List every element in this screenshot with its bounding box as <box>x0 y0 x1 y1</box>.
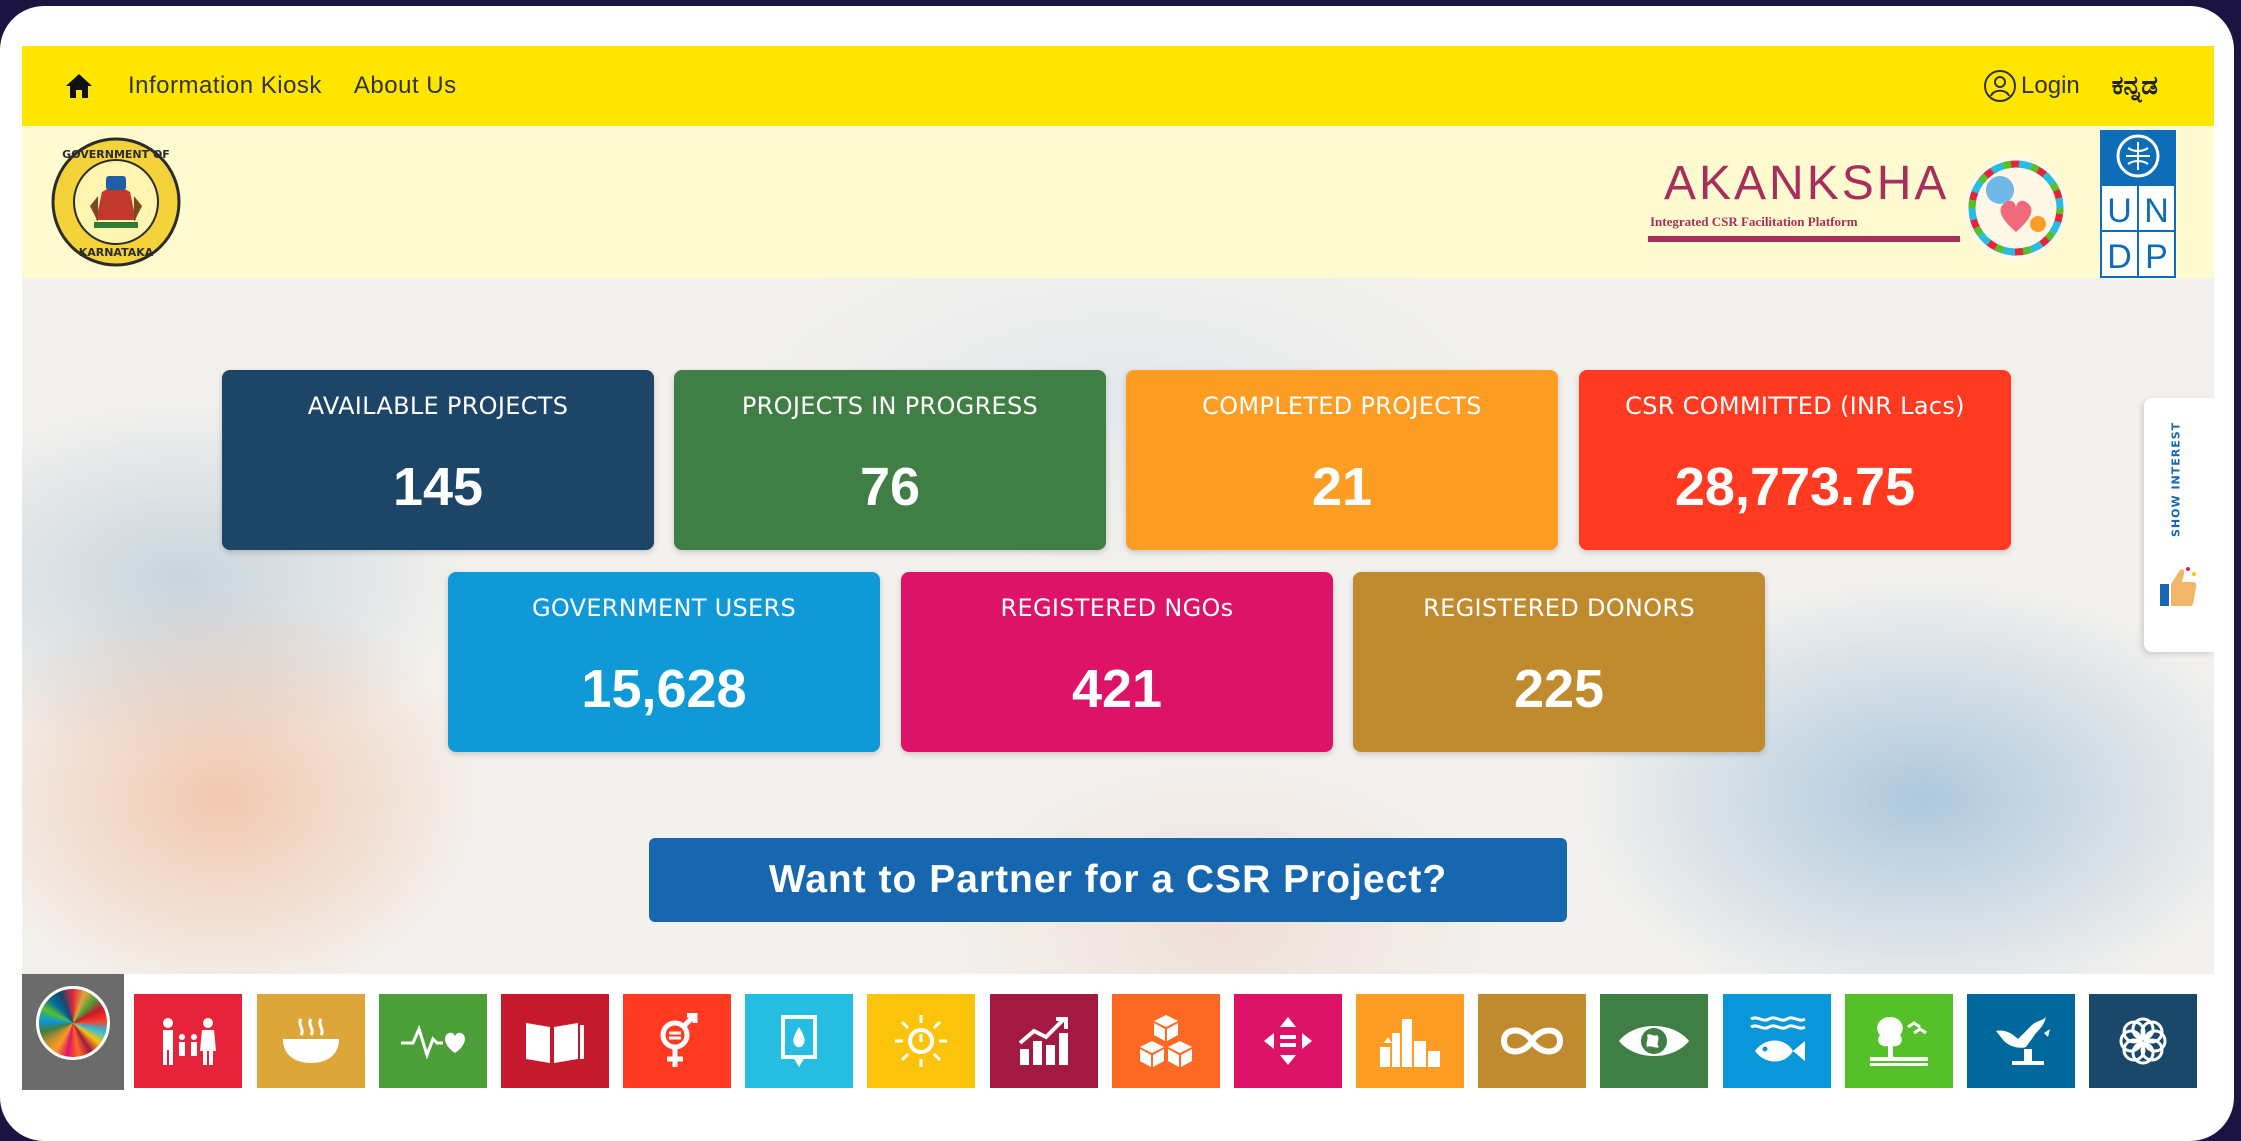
stat-value: 21 <box>1311 457 1373 517</box>
stat-card-available-projects[interactable]: AVAILABLE PROJECTS 145 <box>222 370 654 550</box>
nav-right-group: Login ಕನ್ನಡ <box>1983 69 2158 103</box>
stat-label: GOVERNMENT USERS <box>531 594 797 622</box>
brand-title: AKANKSHA <box>1664 157 1950 210</box>
sdg-hands-globe-logo <box>1964 156 2068 260</box>
gender-icon <box>660 1013 698 1067</box>
akanksha-brand[interactable]: AKANKSHA Integrated CSR Facilitation Pla… <box>1634 156 1964 256</box>
brand-subtitle: Integrated CSR Facilitation Platform <box>1650 214 1858 229</box>
thumbs-up-icon <box>2160 567 2197 606</box>
karnataka-emblem-logo[interactable]: GOVERNMENT OF KARNATAKA <box>50 136 182 268</box>
growth-chart-icon <box>1018 1017 1068 1065</box>
sdg-tile-4[interactable] <box>501 994 609 1088</box>
stat-label: COMPLETED PROJECTS <box>1202 392 1482 420</box>
sdg-tile-15[interactable] <box>1845 994 1953 1088</box>
nav-link-information-kiosk[interactable]: Information Kiosk <box>128 72 322 100</box>
svg-text:U: U <box>2107 192 2132 230</box>
login-label: Login <box>2021 72 2080 99</box>
sdg-tile-17[interactable] <box>2089 994 2197 1088</box>
page-screen: Information Kiosk About Us Login ಕನ್ನಡ G… <box>22 46 2214 1090</box>
svg-text:KARNATAKA: KARNATAKA <box>79 246 154 259</box>
home-icon[interactable] <box>62 69 96 103</box>
sdg-tile-10[interactable] <box>1234 994 1342 1088</box>
svg-text:P: P <box>2145 238 2168 276</box>
sdg-tile-6[interactable] <box>745 994 853 1088</box>
sdg-tile-8[interactable] <box>990 994 1098 1088</box>
stat-value: 76 <box>859 457 921 517</box>
sdg-tile-1[interactable] <box>134 994 242 1088</box>
dove-icon <box>1996 1017 2050 1065</box>
svg-text:N: N <box>2144 192 2169 230</box>
sdg-wheel-tile[interactable] <box>22 974 124 1090</box>
sdg-tile-16[interactable] <box>1967 994 2075 1088</box>
header-band: GOVERNMENT OF KARNATAKA AKANKSHA Integra… <box>22 126 2214 278</box>
stat-card-registered-donors[interactable]: REGISTERED DONORS 225 <box>1353 572 1765 752</box>
sdg-wheel-icon <box>36 986 110 1060</box>
stat-value: 225 <box>1513 659 1605 719</box>
stats-hero: AVAILABLE PROJECTS 145 PROJECTS IN PROGR… <box>22 278 2214 1022</box>
sdg-tile-2[interactable] <box>257 994 365 1088</box>
language-toggle[interactable]: ಕನ್ನಡ <box>2112 70 2158 102</box>
stat-label: AVAILABLE PROJECTS <box>307 392 569 420</box>
browser-window: Information Kiosk About Us Login ಕನ್ನಡ G… <box>0 6 2234 1141</box>
stat-value: 421 <box>1071 659 1163 719</box>
partnership-flower-icon <box>2119 1017 2167 1065</box>
user-circle-icon <box>1984 70 2017 102</box>
partner-csr-button[interactable]: Want to Partner for a CSR Project? <box>649 838 1567 922</box>
family-icon <box>163 1018 216 1065</box>
sdg-tile-7[interactable] <box>867 994 975 1088</box>
water-drop-icon <box>781 1015 817 1067</box>
infinity-icon <box>1500 1027 1564 1055</box>
sdg-tile-13[interactable] <box>1600 994 1708 1088</box>
sdg-goals-strip <box>22 974 2214 1090</box>
tree-icon <box>1870 1017 1928 1066</box>
cubes-icon <box>1140 1015 1192 1067</box>
stat-value: 15,628 <box>581 659 747 719</box>
sun-power-icon <box>895 1015 947 1067</box>
undp-logo: U N D P <box>2100 130 2176 278</box>
stat-value: 145 <box>392 457 484 517</box>
book-icon <box>526 1023 584 1063</box>
show-interest-label: SHOW INTEREST <box>2169 421 2183 537</box>
stat-card-projects-in-progress[interactable]: PROJECTS IN PROGRESS 76 <box>674 370 1106 550</box>
brand-underline <box>1648 236 1960 242</box>
svg-text:D: D <box>2107 238 2132 276</box>
stat-card-csr-committed[interactable]: CSR COMMITTED (INR Lacs) 28,773.75 <box>1579 370 2011 550</box>
stat-card-completed-projects[interactable]: COMPLETED PROJECTS 21 <box>1126 370 1558 550</box>
nav-link-about-us[interactable]: About Us <box>354 72 457 100</box>
city-icon <box>1380 1019 1440 1067</box>
top-navigation: Information Kiosk About Us Login ಕನ್ನಡ <box>22 46 2214 126</box>
food-bowl-icon <box>283 1018 339 1063</box>
sdg-tile-11[interactable] <box>1356 994 1464 1088</box>
login-button[interactable]: Login <box>1983 69 2080 103</box>
show-interest-tab[interactable]: SHOW INTEREST <box>2144 398 2214 652</box>
stat-label: PROJECTS IN PROGRESS <box>741 392 1039 420</box>
sdg-tile-5[interactable] <box>623 994 731 1088</box>
sdg-tile-12[interactable] <box>1478 994 1586 1088</box>
equality-arrows-icon <box>1264 1017 1312 1065</box>
stat-card-government-users[interactable]: GOVERNMENT USERS 15,628 <box>448 572 880 752</box>
stat-label: CSR COMMITTED (INR Lacs) <box>1625 392 1965 420</box>
svg-text:GOVERNMENT OF: GOVERNMENT OF <box>62 148 170 161</box>
stat-label: REGISTERED DONORS <box>1423 594 1695 622</box>
stat-card-registered-ngos[interactable]: REGISTERED NGOs 421 <box>901 572 1333 752</box>
eye-earth-icon <box>1619 1026 1689 1056</box>
sdg-tile-9[interactable] <box>1112 994 1220 1088</box>
stat-value: 28,773.75 <box>1674 457 1916 517</box>
sdg-tile-14[interactable] <box>1723 994 1831 1088</box>
sdg-tile-3[interactable] <box>379 994 487 1088</box>
heartbeat-icon <box>401 1024 465 1060</box>
stat-label: REGISTERED NGOs <box>1000 594 1234 622</box>
fish-icon <box>1750 1016 1806 1062</box>
